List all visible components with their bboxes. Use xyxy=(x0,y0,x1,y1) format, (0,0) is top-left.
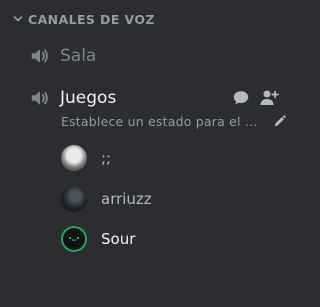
category-header[interactable]: CANALES DE VOZ xyxy=(12,10,155,28)
avatar-face-icon xyxy=(69,237,79,241)
avatar xyxy=(61,145,87,171)
user-name: Sour xyxy=(101,230,136,248)
invite-user-icon[interactable] xyxy=(259,88,279,108)
channel-name: Sala xyxy=(60,46,97,66)
channel-status-row: Establece un estado para el canal xyxy=(61,112,287,130)
channel-status-text[interactable]: Establece un estado para el canal xyxy=(61,114,261,129)
scrollbar[interactable] xyxy=(293,0,302,307)
avatar xyxy=(61,226,87,252)
avatar xyxy=(61,186,87,212)
voice-channel-juegos[interactable]: Juegos xyxy=(28,86,116,110)
voice-user[interactable]: ;; xyxy=(61,143,111,173)
voice-user[interactable]: arriuzz xyxy=(61,184,152,214)
channel-name: Juegos xyxy=(60,88,117,108)
user-name: ;; xyxy=(101,149,112,167)
pencil-icon[interactable] xyxy=(271,113,287,129)
voice-channel-sala[interactable]: Sala xyxy=(28,44,96,68)
chevron-down-icon xyxy=(12,13,24,25)
user-name: arriuzz xyxy=(101,190,152,208)
category-label: CANALES DE VOZ xyxy=(28,11,155,27)
channel-actions xyxy=(231,88,279,108)
chat-bubble-icon[interactable] xyxy=(231,88,251,108)
voice-channel-panel: CANALES DE VOZ Sala Juegos Establece un … xyxy=(0,0,293,307)
speaker-icon xyxy=(28,86,52,110)
voice-user[interactable]: Sour xyxy=(61,224,135,254)
speaker-icon xyxy=(28,44,52,68)
